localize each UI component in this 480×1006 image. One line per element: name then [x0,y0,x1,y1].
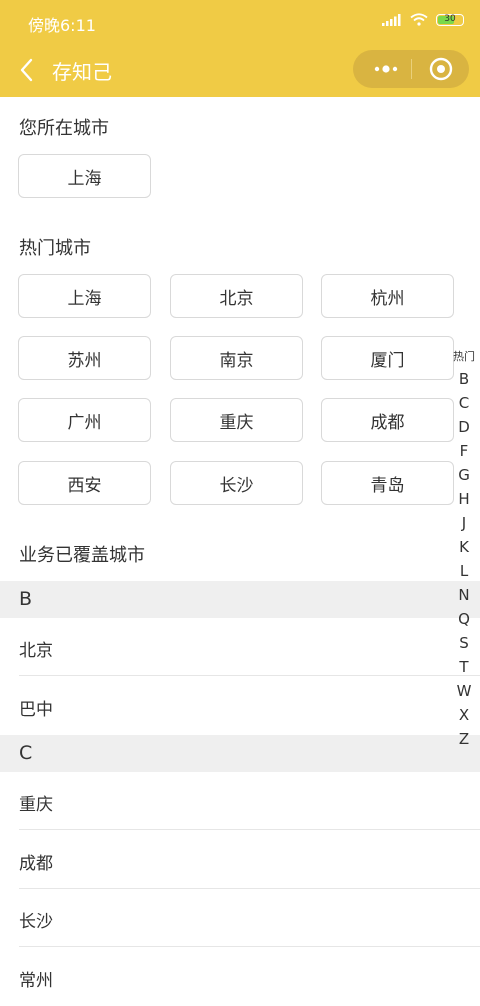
status-icons: 30 [382,13,464,26]
index-letter[interactable]: B [459,367,469,391]
battery-level: 30 [444,13,456,24]
index-letter[interactable]: C [459,391,469,415]
nav-bar: 存知己 [0,44,480,96]
city-list-item[interactable]: 巴中 [0,677,480,735]
status-time: 傍晚6:11 [28,16,96,35]
index-letter[interactable]: J [462,511,466,535]
hot-city-button[interactable]: 苏州 [18,336,151,380]
city-list-item[interactable]: 北京 [0,618,480,676]
index-letter[interactable]: S [459,631,469,655]
letter-label: C [19,742,33,764]
letter-header-c: C [0,735,480,772]
city-name: 重庆 [19,795,53,815]
hot-city-button[interactable]: 北京 [170,274,303,318]
index-letter[interactable]: T [459,655,468,679]
page-title: 存知己 [52,60,112,84]
hot-city-button[interactable]: 西安 [18,461,151,505]
city-name: 巴中 [19,700,53,720]
hot-city-button[interactable]: 重庆 [170,398,303,442]
capsule-divider [411,59,412,79]
index-letter[interactable]: Q [458,607,470,631]
index-letter[interactable]: G [458,463,470,487]
city-name: 北京 [19,641,53,661]
target-circle-icon[interactable] [429,57,453,81]
back-arrow-icon[interactable] [14,56,42,84]
city-list-item[interactable]: 成都 [0,831,480,889]
index-letter[interactable]: N [458,583,469,607]
index-hot[interactable]: 热门 [453,347,475,367]
hot-city-button[interactable]: 青岛 [321,461,454,505]
index-letter[interactable]: D [458,415,470,439]
row-divider [19,675,480,676]
current-city-title: 您所在城市 [19,118,109,139]
hot-city-button[interactable]: 广州 [18,398,151,442]
hot-city-button[interactable]: 上海 [18,274,151,318]
index-letter[interactable]: F [460,439,469,463]
battery-icon: 30 [436,13,464,26]
city-list-item[interactable]: 常州 [0,948,480,1006]
wifi-icon [410,13,428,26]
row-divider [19,946,480,947]
more-dots-icon[interactable] [369,59,409,79]
row-divider [19,829,480,830]
index-letter[interactable]: L [460,559,468,583]
hot-city-button[interactable]: 南京 [170,336,303,380]
top-bar: 傍晚6:11 30 存知己 [0,0,480,97]
alphabet-index: 热门 B C D F G H J K L N Q S T W X Z [452,347,476,751]
hot-cities-title: 热门城市 [19,238,91,259]
index-letter[interactable]: Z [459,727,469,751]
city-name: 常州 [19,971,53,991]
signal-icon [382,13,401,26]
city-list-item[interactable]: 长沙 [0,889,480,947]
letter-header-b: B [0,581,480,618]
letter-label: B [19,588,33,610]
city-name: 成都 [19,854,53,874]
hot-city-button[interactable]: 长沙 [170,461,303,505]
index-letter[interactable]: X [459,703,469,727]
index-letter[interactable]: K [459,535,469,559]
covered-cities-title: 业务已覆盖城市 [19,545,145,566]
current-city-button[interactable]: 上海 [18,154,151,198]
hot-city-button[interactable]: 杭州 [321,274,454,318]
status-bar: 傍晚6:11 30 [0,0,480,44]
hot-city-button[interactable]: 厦门 [321,336,454,380]
city-name: 长沙 [19,912,53,932]
hot-city-button[interactable]: 成都 [321,398,454,442]
mini-program-capsule [353,50,469,88]
index-letter[interactable]: H [458,487,469,511]
index-letter[interactable]: W [457,679,472,703]
city-list-item[interactable]: 重庆 [0,772,480,830]
